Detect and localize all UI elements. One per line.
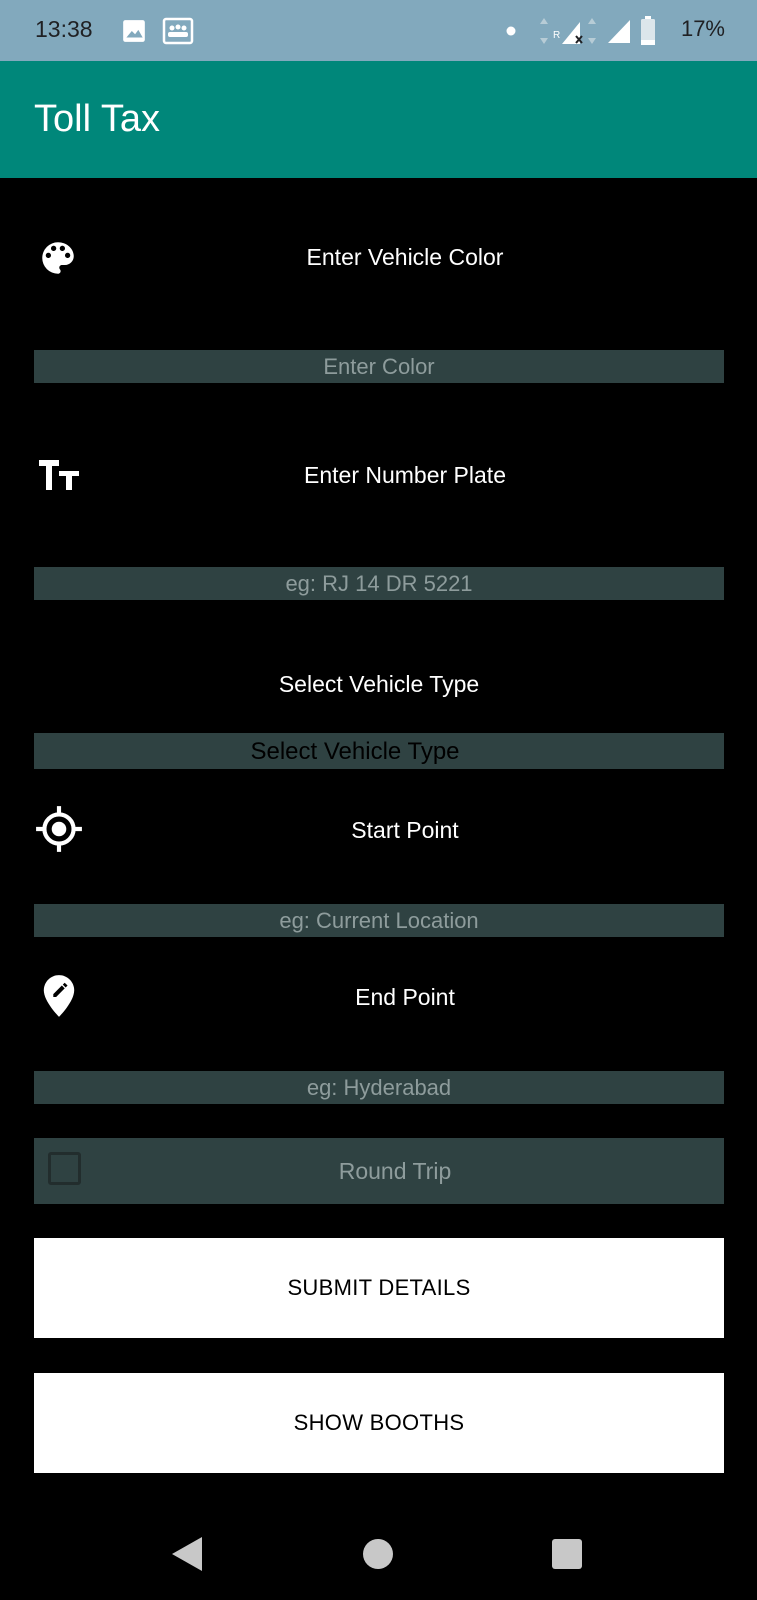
- start-point-input[interactable]: eg: Current Location: [34, 904, 724, 937]
- vehicle-color-label: Enter Vehicle Color: [306, 244, 504, 270]
- edit-location-icon: [43, 975, 75, 1017]
- screenshot-icon: [162, 17, 194, 45]
- battery-percent: 17%: [680, 16, 725, 41]
- back-icon[interactable]: [170, 1535, 204, 1573]
- round-trip-label: Round Trip: [338, 1158, 452, 1184]
- start-point-label: Start Point: [351, 817, 459, 843]
- palette-icon: [42, 242, 74, 274]
- signal-roaming-icon: R: [540, 18, 596, 44]
- vehicle-type-label: Select Vehicle Type: [278, 671, 480, 697]
- recents-icon[interactable]: [551, 1538, 583, 1570]
- status-time: 13:38: [35, 16, 93, 42]
- vehicle-color-input[interactable]: Enter Color: [34, 350, 724, 383]
- vehicle-type-selected: Select Vehicle Type: [250, 738, 460, 765]
- end-point-label: End Point: [355, 984, 455, 1010]
- dot-icon: [506, 26, 516, 36]
- vehicle-type-spinner[interactable]: Select Vehicle Type: [34, 733, 724, 769]
- image-icon: [123, 20, 145, 42]
- end-point-input[interactable]: eg: Hyderabad: [34, 1071, 724, 1104]
- text-size-icon: [39, 460, 79, 490]
- gps-target-icon: [36, 806, 82, 852]
- show-booths-button[interactable]: SHOW BOOTHS: [34, 1373, 724, 1473]
- number-plate-input[interactable]: eg: RJ 14 DR 5221: [34, 567, 724, 600]
- app-title: Toll Tax: [34, 98, 161, 140]
- signal-icon: [608, 20, 630, 43]
- home-icon[interactable]: [362, 1538, 394, 1570]
- submit-details-button[interactable]: SUBMIT DETAILS: [34, 1238, 724, 1338]
- battery-icon: [641, 16, 655, 45]
- svg-text:R: R: [553, 30, 560, 41]
- number-plate-label: Enter Number Plate: [304, 462, 506, 488]
